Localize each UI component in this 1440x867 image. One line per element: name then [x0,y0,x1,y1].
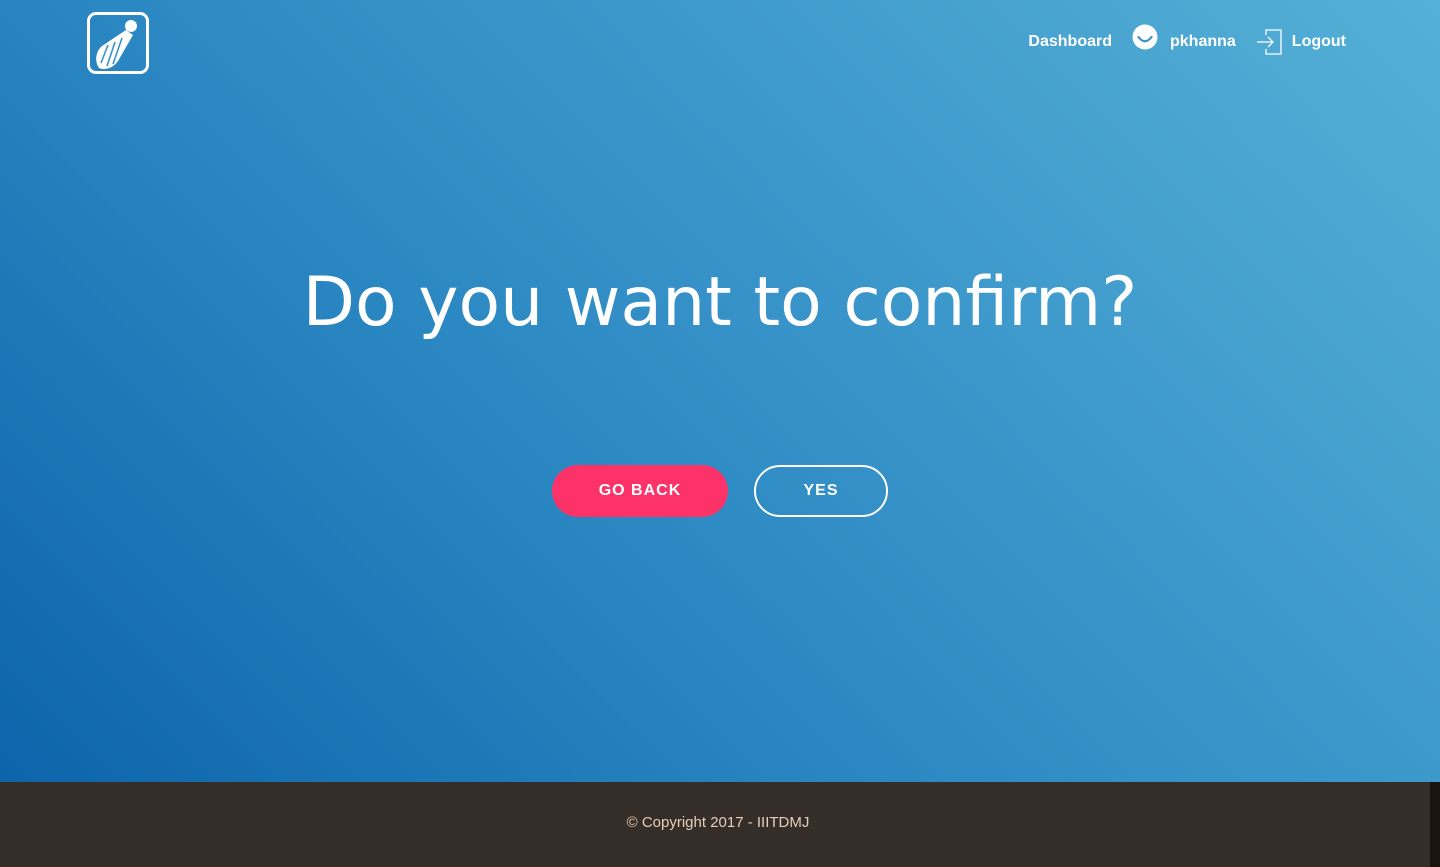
hero-section: Dashboard pkhanna Logout Do you want to … [0,0,1440,782]
go-back-button[interactable]: GO BACK [552,465,728,517]
nav-dashboard-label: Dashboard [1028,33,1112,50]
shuttlecock-icon [96,20,137,70]
nav-user-link[interactable]: pkhanna [1132,24,1236,51]
nav-logout-label: Logout [1291,33,1346,50]
copyright-text: © Copyright 2017 - IIITDMJ [626,814,810,831]
nav-dashboard-link[interactable]: Dashboard [1028,33,1112,51]
scrollbar-edge [1430,782,1440,867]
nav-logout-link[interactable]: Logout [1256,28,1346,56]
top-nav: Dashboard pkhanna Logout [1028,24,1346,60]
footer: © Copyright 2017 - IIITDMJ [0,782,1440,867]
yes-button[interactable]: YES [754,465,888,517]
smiley-avatar-icon [1132,24,1158,50]
logout-door-icon [1256,29,1282,55]
logo[interactable] [87,12,149,74]
page-title: Do you want to confirm? [302,263,1138,342]
nav-username: pkhanna [1170,33,1236,50]
